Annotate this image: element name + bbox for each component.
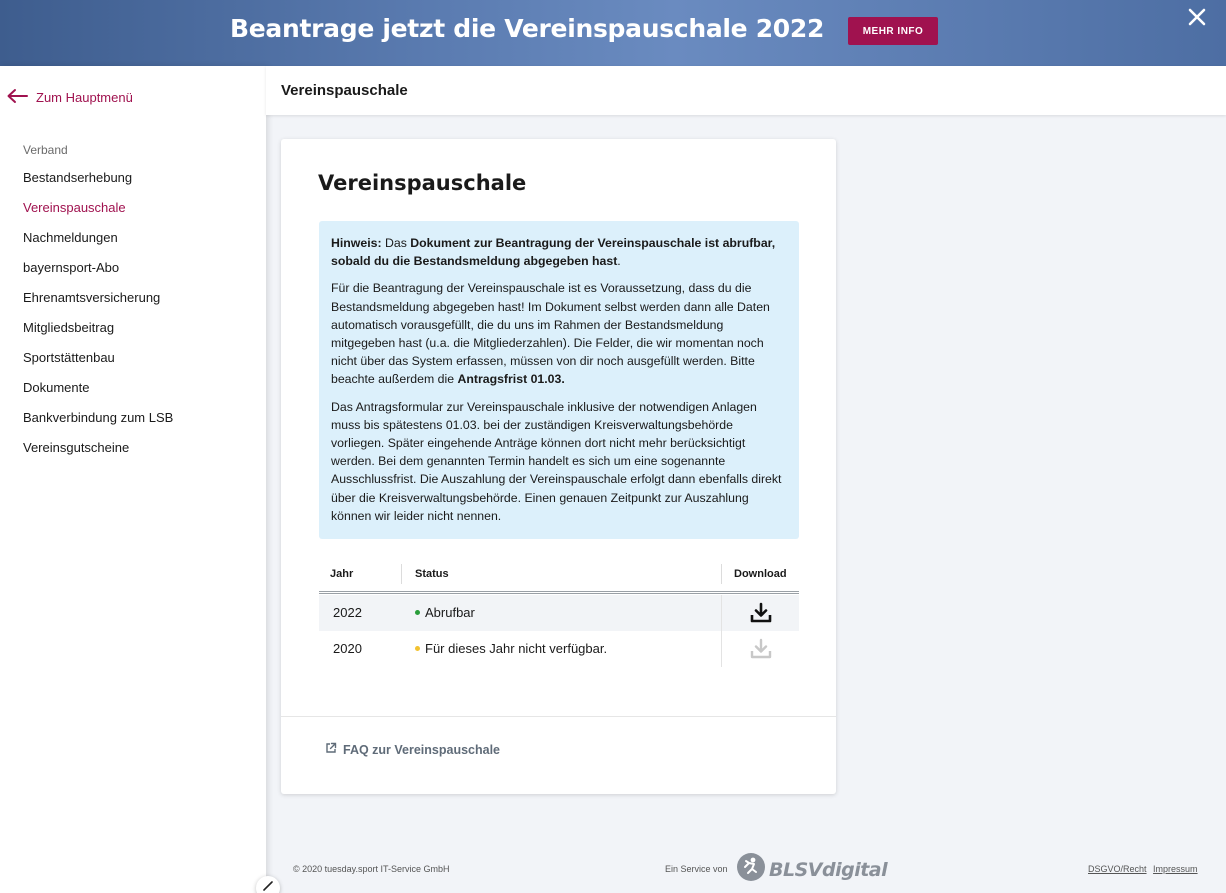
sidebar-item-bayernsport-abo[interactable]: bayernsport-Abo xyxy=(23,258,173,288)
row-status: Für dieses Jahr nicht verfügbar. xyxy=(415,641,607,656)
back-link-label: Zum Hauptmenü xyxy=(36,90,133,105)
sidebar-nav: Bestandserhebung Vereinspauschale Nachme… xyxy=(23,168,173,468)
content-card: Vereinspauschale Hinweis: Das Dokument z… xyxy=(281,139,836,794)
deadline-text: Antragsfrist 01.03. xyxy=(457,372,565,387)
column-divider xyxy=(401,564,402,584)
sidebar-item-bestandserhebung[interactable]: Bestandserhebung xyxy=(23,168,173,198)
footer-service-label: Ein Service von xyxy=(665,864,728,874)
sidebar-item-vereinsgutscheine[interactable]: Vereinsgutscheine xyxy=(23,438,173,468)
page-header: Vereinspauschale xyxy=(266,66,1226,115)
faq-link-label: FAQ zur Vereinspauschale xyxy=(343,742,501,757)
logo-text: BLSVdigital xyxy=(769,858,888,881)
imprint-link[interactable]: Impressum xyxy=(1153,864,1198,874)
column-header-status: Status xyxy=(415,568,449,580)
table-row: 2022 Abrufbar xyxy=(319,595,799,631)
row-year: 2020 xyxy=(333,641,362,656)
info-notice: Hinweis: Das Dokument zur Beantragung de… xyxy=(319,221,799,539)
download-icon[interactable] xyxy=(749,601,773,625)
banner-title: Beantrage jetzt die Vereinspauschale 202… xyxy=(230,14,825,43)
row-status: Abrufbar xyxy=(415,605,475,620)
notice-paragraph-1: Hinweis: Das Dokument zur Beantragung de… xyxy=(331,236,776,269)
close-icon[interactable] xyxy=(1184,4,1210,30)
resize-icon xyxy=(262,879,274,893)
table-row: 2020 Für dieses Jahr nicht verfügbar. xyxy=(319,631,799,667)
back-to-main-menu-link[interactable]: Zum Hauptmenü xyxy=(6,88,133,107)
sidebar: Zum Hauptmenü Verband Bestandserhebung V… xyxy=(0,66,280,893)
faq-link[interactable]: FAQ zur Vereinspauschale xyxy=(325,742,500,757)
nav-section-heading: Verband xyxy=(23,143,68,157)
column-divider xyxy=(721,595,722,631)
runner-logo-icon xyxy=(736,852,766,887)
more-info-button[interactable]: MEHR INFO xyxy=(848,17,938,45)
promo-banner: Beantrage jetzt die Vereinspauschale 202… xyxy=(0,0,1226,66)
sidebar-item-vereinspauschale[interactable]: Vereinspauschale xyxy=(23,198,173,228)
blsv-logo: BLSVdigital xyxy=(736,852,888,887)
sidebar-item-nachmeldungen[interactable]: Nachmeldungen xyxy=(23,228,173,258)
page-title: Vereinspauschale xyxy=(281,82,408,99)
sidebar-item-sportstaettenbau[interactable]: Sportstättenbau xyxy=(23,348,173,378)
download-disabled-icon xyxy=(749,637,773,661)
notice-paragraph-2: Für die Beantragung der Vereinspauschale… xyxy=(331,281,770,387)
column-divider xyxy=(721,631,722,667)
status-dot-unavailable xyxy=(415,646,420,651)
sidebar-item-bankverbindung[interactable]: Bankverbindung zum LSB xyxy=(23,408,173,438)
sidebar-collapse-handle[interactable] xyxy=(256,876,280,893)
card-title: Vereinspauschale xyxy=(318,171,527,195)
card-divider xyxy=(281,716,836,717)
external-link-icon xyxy=(325,742,343,757)
sidebar-item-ehrenamtsversicherung[interactable]: Ehrenamtsversicherung xyxy=(23,288,173,318)
table-header: Jahr Status Download xyxy=(319,559,799,594)
sidebar-item-mitgliedsbeitrag[interactable]: Mitgliedsbeitrag xyxy=(23,318,173,348)
footer-links: DSGVO/Recht Impressum xyxy=(1088,864,1198,874)
column-divider xyxy=(721,564,722,584)
row-year: 2022 xyxy=(333,605,362,620)
arrow-left-icon xyxy=(6,88,36,107)
footer-copyright: © 2020 tuesday.sport IT-Service GmbH xyxy=(293,864,450,874)
notice-label: Hinweis: xyxy=(331,236,382,250)
sidebar-item-dokumente[interactable]: Dokumente xyxy=(23,378,173,408)
privacy-link[interactable]: DSGVO/Recht xyxy=(1088,864,1147,874)
notice-paragraph-3: Das Antragsformular zur Vereinspauschale… xyxy=(331,399,782,523)
column-header-download: Download xyxy=(734,568,787,580)
column-header-year: Jahr xyxy=(330,568,354,580)
status-dot-available xyxy=(415,610,420,615)
documents-table: Jahr Status Download 2022 Abrufbar 2020 … xyxy=(319,559,799,667)
